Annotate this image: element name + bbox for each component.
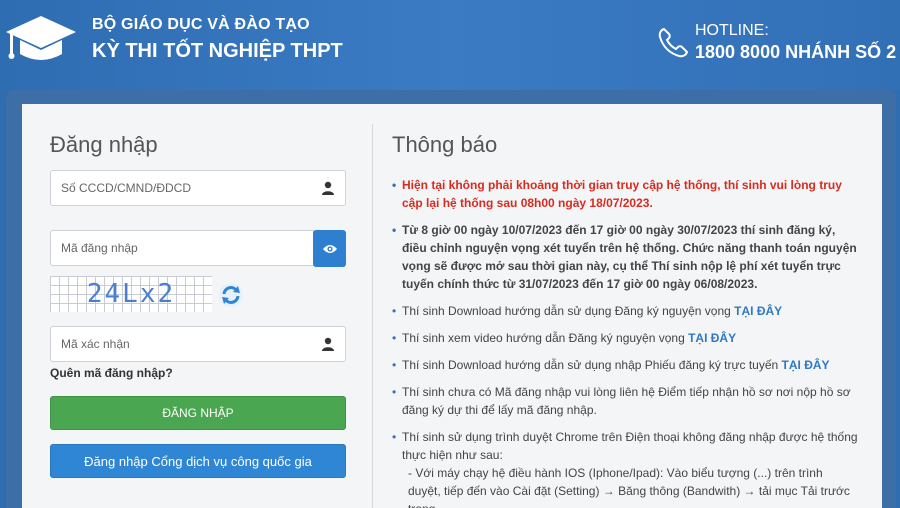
notice-list: Hiện tại không phải khoảng thời gian tru… bbox=[392, 176, 858, 508]
notice-text: Thí sinh chưa có Mã đăng nhập vui lòng l… bbox=[402, 385, 851, 417]
eye-icon bbox=[322, 244, 337, 253]
phone-icon bbox=[658, 27, 689, 58]
notice-text: Thí sinh Download hướng dẫn sử dụng Đăng… bbox=[402, 304, 731, 318]
gov-portal-login-button[interactable]: Đăng nhập Cổng dịch vụ công quốc gia bbox=[50, 444, 346, 478]
notice-item: Thí sinh Download hướng dẫn sử dụng Đăng… bbox=[392, 302, 858, 320]
verification-code-placeholder: Mã xác nhận bbox=[61, 337, 130, 351]
notice-text: Thí sinh Download hướng dẫn sử dụng nhập… bbox=[402, 358, 779, 372]
login-title: Đăng nhập bbox=[50, 132, 158, 157]
login-button[interactable]: ĐĂNG NHẬP bbox=[50, 396, 346, 430]
verification-code-input[interactable]: Mã xác nhận bbox=[50, 326, 346, 362]
id-number-placeholder: Số CCCD/CMND/ĐDCD bbox=[61, 181, 192, 195]
notice-subtext: - Với máy chạy hệ điều hành IOS (Iphone/… bbox=[408, 466, 850, 508]
notice-item: Thí sinh Download hướng dẫn sử dụng nhập… bbox=[392, 356, 858, 374]
login-code-placeholder: Mã đăng nhập bbox=[61, 241, 138, 255]
notice-text: Thí sinh sử dụng trình duyệt Chrome trên… bbox=[402, 430, 858, 462]
site-header: BỘ GIÁO DỤC VÀ ĐÀO TẠO KỲ THI TỐT NGHIỆP… bbox=[0, 0, 900, 90]
download-guide-link[interactable]: TẠI ĐÂY bbox=[734, 304, 782, 318]
hotline-number[interactable]: 1800 8000 NHÁNH SỐ 2 bbox=[695, 42, 896, 63]
video-guide-link[interactable]: TẠI ĐÂY bbox=[688, 331, 736, 345]
notice-item: Từ 8 giờ 00 ngày 10/07/2023 đến 17 giờ 0… bbox=[392, 221, 858, 293]
notice-text: Từ 8 giờ 00 ngày 10/07/2023 đến 17 giờ 0… bbox=[402, 223, 857, 291]
id-number-input[interactable]: Số CCCD/CMND/ĐDCD bbox=[50, 170, 346, 206]
hotline-label: HOTLINE: bbox=[695, 22, 769, 39]
notice-text: Hiện tại không phải khoảng thời gian tru… bbox=[402, 178, 842, 210]
show-password-button[interactable] bbox=[313, 230, 346, 267]
form-guide-link[interactable]: TẠI ĐÂY bbox=[782, 358, 830, 372]
notices-title: Thông báo bbox=[392, 132, 498, 157]
exam-name: KỲ THI TỐT NGHIỆP THPT bbox=[92, 40, 343, 62]
graduation-cap-icon bbox=[6, 16, 76, 60]
refresh-captcha-icon[interactable] bbox=[218, 282, 244, 308]
user-icon bbox=[322, 181, 334, 195]
notice-item: Thí sinh chưa có Mã đăng nhập vui lòng l… bbox=[392, 383, 858, 419]
forgot-code-link[interactable]: Quên mã đăng nhập? bbox=[50, 366, 173, 380]
login-code-input[interactable]: Mã đăng nhập bbox=[50, 230, 314, 266]
notice-item: Thí sinh xem video hướng dẫn Đăng ký ngu… bbox=[392, 329, 858, 347]
notice-text: Thí sinh xem video hướng dẫn Đăng ký ngu… bbox=[402, 331, 685, 345]
organization-name: BỘ GIÁO DỤC VÀ ĐÀO TẠO bbox=[92, 16, 310, 33]
captcha-image: 24Lx2 bbox=[50, 276, 212, 312]
notice-item: Thí sinh sử dụng trình duyệt Chrome trên… bbox=[392, 428, 858, 508]
user-icon bbox=[322, 337, 334, 351]
column-divider bbox=[372, 124, 373, 508]
notice-item: Hiện tại không phải khoảng thời gian tru… bbox=[392, 176, 858, 212]
